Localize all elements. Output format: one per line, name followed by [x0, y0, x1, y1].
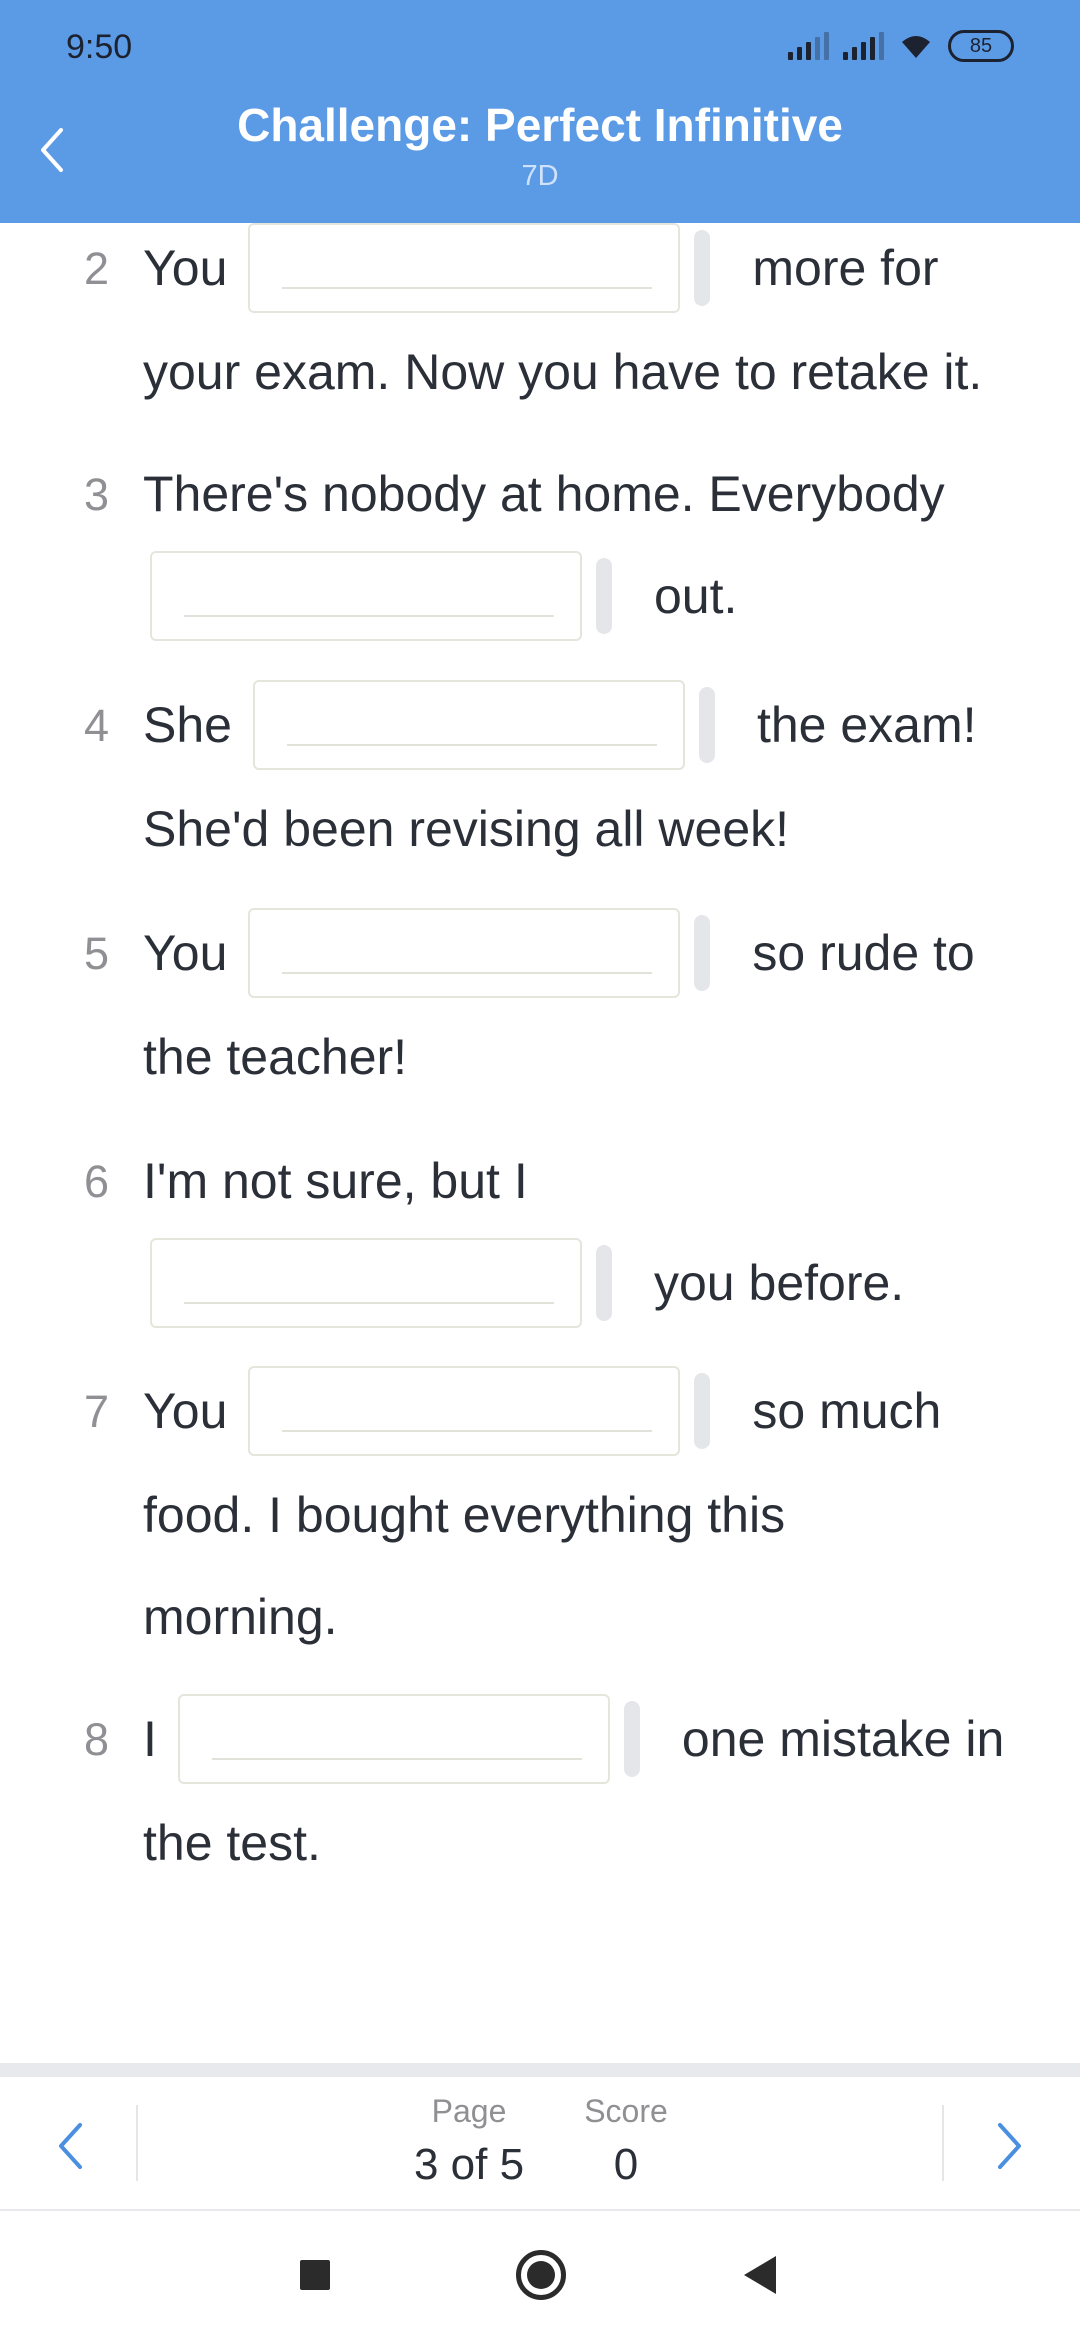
question-number: 7 [84, 1386, 110, 1437]
page-subtitle: 7D [521, 160, 559, 192]
question-number: 4 [84, 700, 110, 751]
question-text: You [143, 1383, 228, 1439]
score-value: 0 [613, 2140, 639, 2189]
question-text: so rude to [752, 925, 975, 981]
previous-page-button[interactable] [40, 2111, 100, 2181]
question-number: 8 [84, 1714, 110, 1765]
question-text: You [143, 925, 228, 981]
question-text: You [143, 240, 228, 296]
question-text: food. I bought everything this [143, 1487, 786, 1543]
question-number: 5 [84, 928, 110, 979]
question-text: out. [654, 568, 738, 624]
question-text: one mistake in [681, 1711, 1005, 1767]
question-text: She [143, 697, 232, 753]
divider [136, 2105, 138, 2181]
question-text: the exam! [756, 697, 977, 753]
app-header: 9:50 85 Challenge: Perfect Infinitive 7D [0, 0, 1080, 223]
page-indicator: Page 3 of 5 [404, 2093, 534, 2190]
signal-icon [843, 32, 884, 60]
question-text: more for [752, 240, 939, 296]
score-label: Score [584, 2093, 668, 2129]
system-back-button[interactable] [744, 2256, 776, 2294]
wifi-icon [902, 36, 930, 58]
question-text: morning. [143, 1589, 338, 1645]
system-navigation-bar [0, 2212, 1080, 2340]
page-label: Page [431, 2093, 507, 2129]
question-text: so much [752, 1383, 942, 1439]
drag-handle[interactable] [694, 1373, 711, 1449]
next-page-button[interactable] [980, 2111, 1040, 2181]
answer-field[interactable] [248, 1366, 681, 1456]
answer-field[interactable] [248, 908, 681, 998]
question-text: I [143, 1711, 157, 1767]
battery-indicator: 85 [948, 30, 1014, 62]
question-number: 3 [84, 469, 110, 520]
answer-field[interactable] [252, 680, 685, 770]
question-text: the teacher! [143, 1029, 408, 1085]
recent-apps-button[interactable] [300, 2260, 330, 2290]
page-value: 3 of 5 [413, 2140, 525, 2189]
question-text: you before. [654, 1255, 905, 1311]
signal-icon [788, 32, 829, 60]
drag-handle[interactable] [698, 687, 715, 763]
status-time: 9:50 [66, 28, 133, 66]
answer-field[interactable] [248, 223, 681, 313]
status-icons: 85 [788, 30, 1014, 62]
answer-field[interactable] [150, 1238, 582, 1328]
question-text: She'd been revising all week! [143, 801, 790, 857]
answer-field[interactable] [150, 551, 582, 641]
score-indicator: Score 0 [570, 2093, 682, 2190]
page-title: Challenge: Perfect Infinitive [237, 99, 843, 151]
question-text: your exam. Now you have to retake it. [143, 344, 983, 400]
question-text: the test. [143, 1815, 321, 1871]
drag-handle[interactable] [596, 558, 612, 634]
pager-bar: Page 3 of 5 Score 0 [0, 2077, 1080, 2211]
chevron-left-icon [59, 2123, 82, 2169]
pager-divider [0, 2063, 1080, 2077]
drag-handle[interactable] [623, 1701, 640, 1777]
question-number: 2 [84, 243, 110, 294]
question-text: I'm not sure, but I [143, 1153, 528, 1209]
question-text: There's nobody at home. Everybody [143, 466, 945, 522]
home-button[interactable] [516, 2250, 566, 2300]
question-number: 6 [84, 1156, 110, 1207]
answer-field[interactable] [177, 1694, 610, 1784]
chevron-right-icon [998, 2123, 1021, 2169]
drag-handle[interactable] [694, 915, 711, 991]
drag-handle[interactable] [694, 230, 711, 306]
divider [942, 2105, 944, 2181]
drag-handle[interactable] [596, 1245, 612, 1321]
